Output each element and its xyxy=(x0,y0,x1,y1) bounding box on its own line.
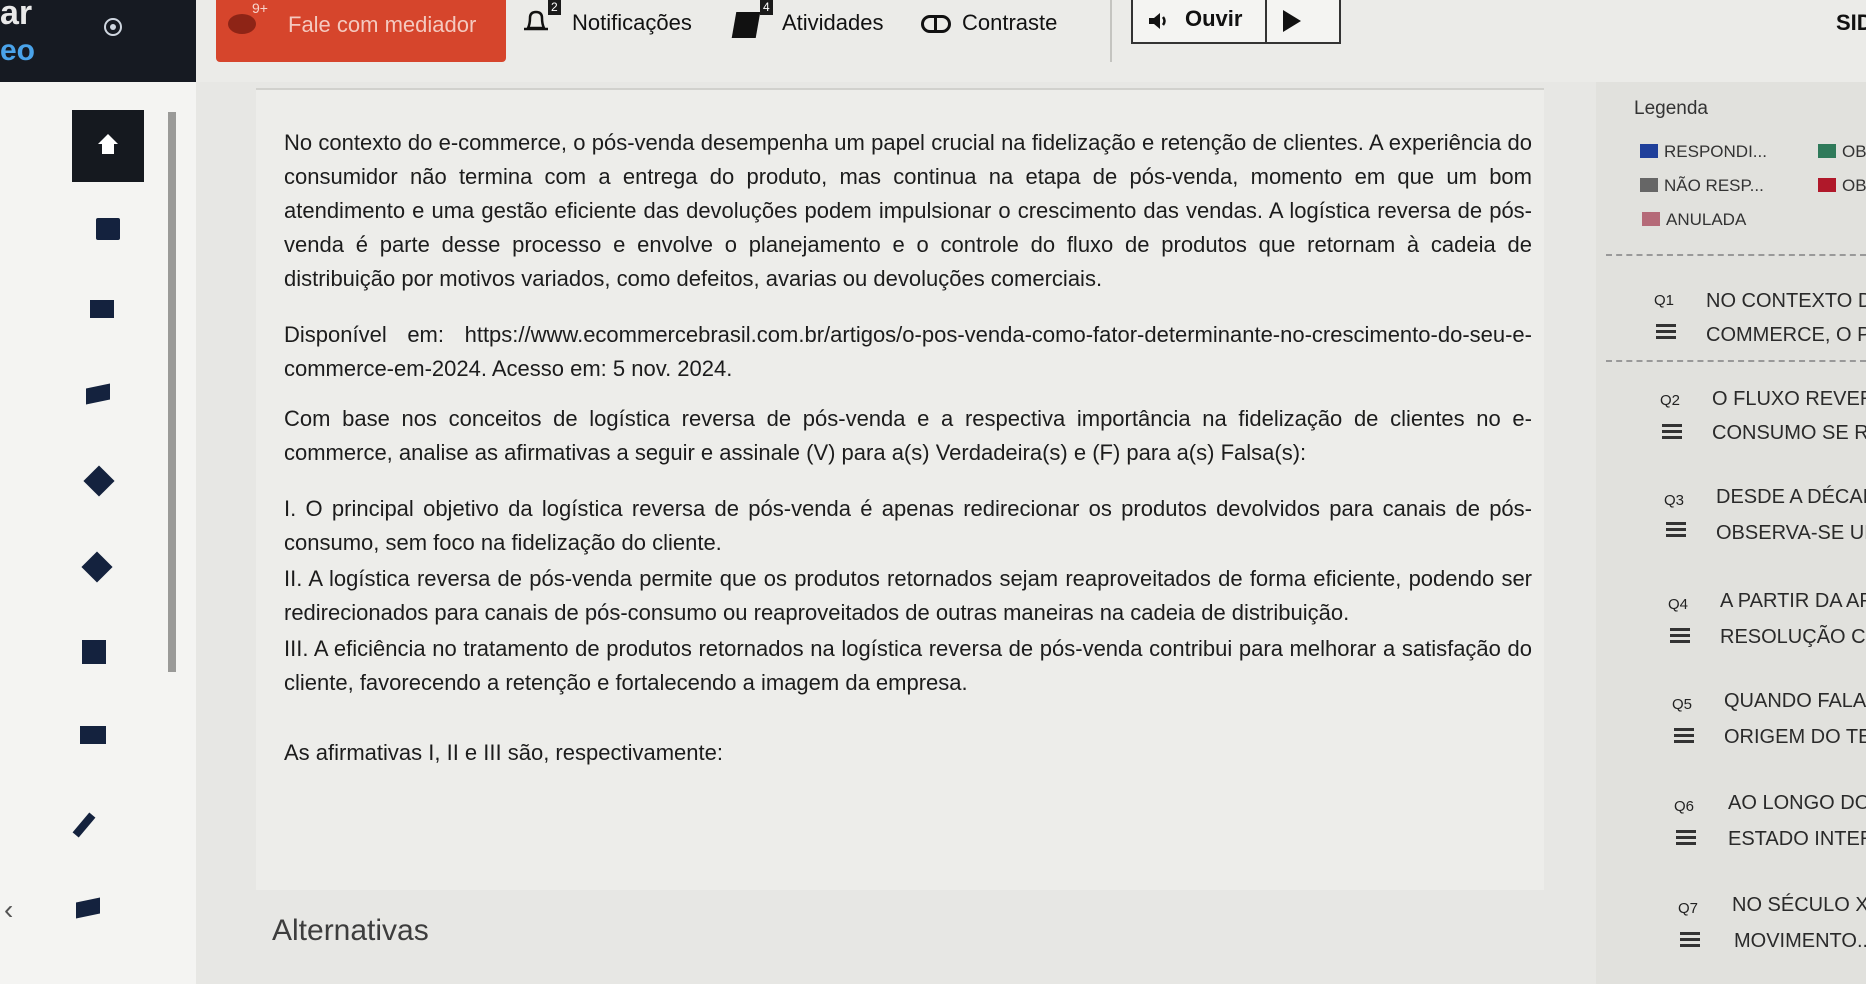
list-icon xyxy=(1662,424,1682,440)
legend-swatch xyxy=(1640,178,1658,192)
legend-item-annulled: ANULADA xyxy=(1642,210,1746,230)
question-source-paragraph: Disponível em: https://www.ecommercebras… xyxy=(284,322,1532,381)
question-preview-line1: O FLUXO REVERSO xyxy=(1712,388,1866,410)
question-number: Q6 xyxy=(1674,798,1695,815)
list-icon xyxy=(1680,932,1700,948)
question-preview-line2: OBSERVA-SE UMA xyxy=(1716,522,1866,544)
activities-count-badge: 4 xyxy=(760,0,773,15)
activities-link[interactable]: Atividades xyxy=(782,10,884,36)
question-preview-line1: NO SÉCULO XX xyxy=(1732,894,1866,916)
list-icon xyxy=(1674,728,1694,744)
brand-logo[interactable]: ar eo xyxy=(0,0,196,82)
calendar-icon[interactable] xyxy=(82,640,106,664)
question-preview-line1: NO CONTEXTO DO xyxy=(1706,290,1866,312)
legend-item-not-answered: NÃO RESP... xyxy=(1640,176,1764,196)
question-preview-line1: DESDE A DÉCADA xyxy=(1716,486,1866,508)
listen-button[interactable]: Ouvir xyxy=(1185,6,1242,32)
legend-swatch xyxy=(1640,144,1658,158)
question-number: Q3 xyxy=(1664,492,1685,509)
alternatives-title: Alternativas xyxy=(272,914,429,947)
question-preview-line1: QUANDO FALAM xyxy=(1724,690,1866,712)
list-icon xyxy=(1670,628,1690,644)
briefcase-icon[interactable] xyxy=(80,726,106,744)
chat-icon[interactable] xyxy=(90,300,114,318)
legend-item-ob-red: OB xyxy=(1818,176,1866,196)
notifications-link[interactable]: Notificações xyxy=(572,10,692,36)
mediator-label: Fale com mediador xyxy=(288,12,477,37)
radio-dot-icon[interactable] xyxy=(104,18,122,36)
activities-icon xyxy=(731,12,761,38)
list-icon xyxy=(1656,324,1676,340)
chat-bubble-icon xyxy=(228,14,256,34)
question-number: Q7 xyxy=(1678,900,1699,917)
legend-label: RESPONDI... xyxy=(1664,142,1767,161)
legend-swatch xyxy=(1642,212,1660,226)
legend-label: NÃO RESP... xyxy=(1664,176,1764,195)
question-number: Q5 xyxy=(1672,696,1693,713)
contrast-toggle[interactable]: Contraste xyxy=(962,10,1057,36)
mediator-count-badge: 9+ xyxy=(252,0,268,16)
question-preview-line2: ESTADO INTERV xyxy=(1728,828,1866,850)
topbar-divider xyxy=(1110,0,1112,62)
calendar-check-icon[interactable] xyxy=(96,218,120,240)
legend-item-answered: RESPONDI... xyxy=(1640,142,1767,162)
legend-swatch xyxy=(1818,144,1836,158)
question-instruction-paragraph: Com base nos conceitos de logística reve… xyxy=(284,406,1532,465)
top-bar: ar eo 9+ Fale com mediador 2 Notificaçõe… xyxy=(0,0,1866,82)
question-number: Q1 xyxy=(1654,292,1675,309)
notifications-count-badge: 2 xyxy=(548,0,561,15)
list-icon xyxy=(1666,522,1686,538)
statement-3: III. A eficiência no tratamento de produ… xyxy=(284,636,1532,695)
legend-divider xyxy=(1606,254,1866,256)
question-prompt: As afirmativas I, II e III são, respecti… xyxy=(284,740,723,765)
play-icon[interactable] xyxy=(1283,10,1301,32)
question-number: Q2 xyxy=(1660,392,1681,409)
question-preview-line2: ORIGEM DO TER xyxy=(1724,726,1866,748)
list-icon xyxy=(1676,830,1696,846)
contrast-icon xyxy=(921,15,951,33)
question-preview-line2: COMMERCE, O PÓ xyxy=(1706,324,1866,346)
question-number: Q4 xyxy=(1668,596,1689,613)
legend-item-ob-green: OB xyxy=(1818,142,1866,162)
listen-control: Ouvir xyxy=(1131,0,1341,44)
legend-label: OB xyxy=(1842,142,1866,161)
bell-icon[interactable] xyxy=(522,8,550,34)
legend-swatch xyxy=(1818,178,1836,192)
question-preview-line2: CONSUMO SE REF xyxy=(1712,422,1866,444)
home-icon-base xyxy=(102,144,114,154)
legend-title: Legenda xyxy=(1634,98,1708,119)
question-preview-line2: MOVIMENTO... xyxy=(1734,930,1866,952)
question-preview-line2: RESOLUÇÃO COM xyxy=(1720,626,1866,648)
legend-label: OB xyxy=(1842,176,1866,195)
sidebar-item-home[interactable] xyxy=(72,110,144,182)
nav-divider xyxy=(1606,360,1866,362)
legend-label: ANULADA xyxy=(1666,210,1747,229)
question-preview-line1: AO LONGO DO xyxy=(1728,792,1866,814)
brand-text-line2: eo xyxy=(0,34,36,67)
listen-divider xyxy=(1265,0,1267,44)
question-context-paragraph: No contexto do e-commerce, o pós-venda d… xyxy=(284,130,1532,291)
home-icon xyxy=(98,134,118,144)
statement-2: II. A logística reversa de pós-venda per… xyxy=(284,566,1532,625)
statement-1: I. O principal objetivo da logística rev… xyxy=(284,496,1532,555)
chevron-left-icon[interactable]: ‹ xyxy=(4,894,13,926)
talk-to-mediator-button[interactable]: 9+ Fale com mediador xyxy=(216,0,506,62)
question-preview-line1: A PARTIR DA APR xyxy=(1720,590,1866,612)
user-menu[interactable]: SID xyxy=(1836,10,1866,36)
brand-text-line1: ar xyxy=(0,0,33,32)
speaker-icon xyxy=(1149,13,1166,29)
sidebar-scrollbar[interactable] xyxy=(168,112,176,672)
